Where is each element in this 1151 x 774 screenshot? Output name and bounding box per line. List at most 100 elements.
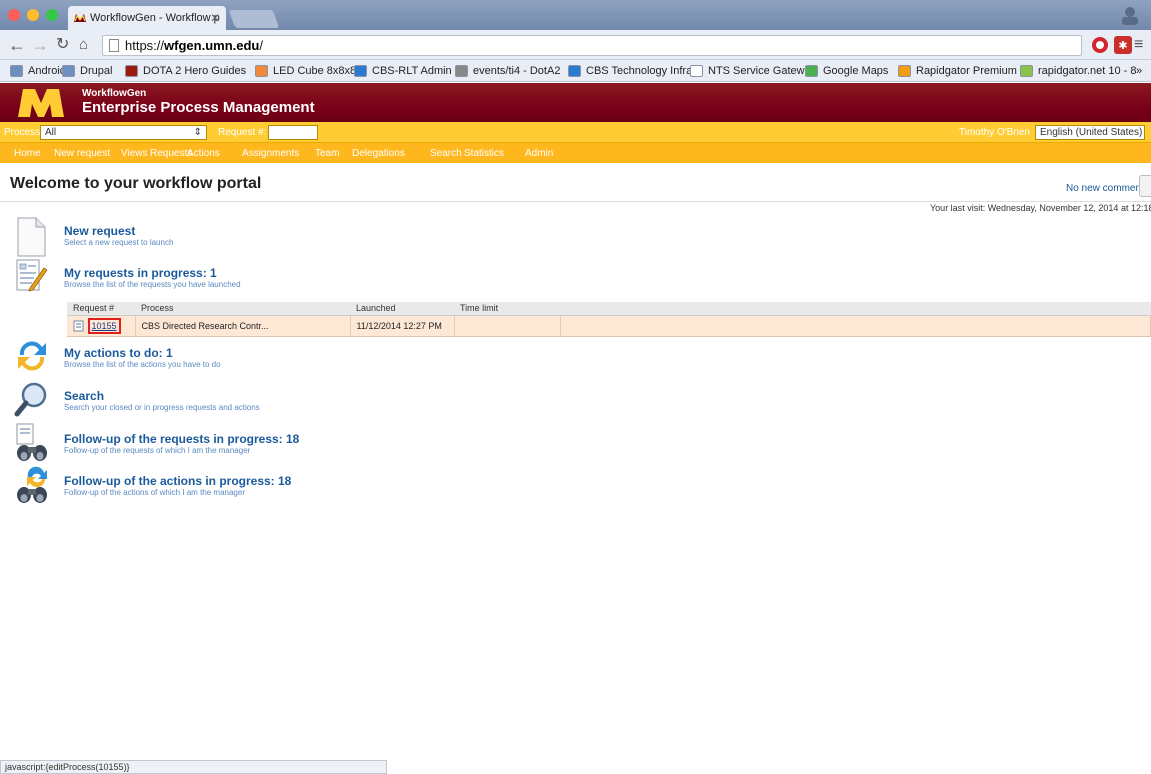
maximize-window-button[interactable] — [46, 9, 58, 21]
bookmark-item[interactable]: rapidgator.net 10 - 8 — [1020, 63, 1136, 79]
brand-title: Enterprise Process Management — [82, 99, 315, 116]
menu-item-new-request[interactable]: New request — [54, 148, 110, 159]
bookmark-icon — [62, 65, 75, 77]
bookmark-icon — [690, 65, 703, 77]
home-icon[interactable]: ⌂ — [79, 35, 88, 55]
bookmark-icon — [805, 65, 818, 77]
opera-extension-icon[interactable] — [1090, 35, 1110, 55]
bookmark-label: Drupal — [80, 65, 113, 77]
menu-item-home[interactable]: Home — [14, 148, 41, 159]
tab-title: WorkflowGen - Workflow p — [90, 12, 220, 24]
bookmark-item[interactable]: CBS-RLT Admin — [354, 63, 452, 79]
last-visit-text: Your last visit: Wednesday, November 12,… — [930, 203, 1151, 213]
search-subtitle: Search your closed or in progress reques… — [64, 403, 260, 412]
followup-actions-link[interactable]: Follow-up of the actions in progress: 18 — [64, 474, 291, 488]
bookmark-icon — [354, 65, 367, 77]
bookmark-item[interactable]: DOTA 2 Hero Guides — [125, 63, 246, 79]
my-requests-link[interactable]: My requests in progress: 1 — [64, 266, 217, 280]
request-cell: 10155 — [67, 315, 136, 337]
empty-cell — [560, 315, 1151, 337]
bookmark-icon — [898, 65, 911, 77]
bookmark-label: LED Cube 8x8x8 — [273, 65, 357, 77]
menu-item-assignments[interactable]: Assignments — [242, 148, 299, 159]
language-select[interactable]: English (United States) — [1035, 125, 1145, 140]
new-tab-button[interactable] — [228, 10, 280, 28]
process-select-value: All — [45, 127, 57, 138]
my-actions-subtitle: Browse the list of the actions you have … — [64, 360, 221, 369]
request-form-icon — [73, 320, 84, 332]
bookmark-item[interactable]: Rapidgator Premium — [898, 63, 1017, 79]
process-cell: CBS Directed Research Contr... — [135, 315, 351, 337]
request-number-input[interactable] — [268, 125, 318, 140]
browser-window: WorkflowGen - Workflow p ✕ ← → ↻ ⌂ https… — [0, 0, 1151, 774]
menu-item-search[interactable]: Search — [430, 148, 462, 159]
new-document-icon[interactable] — [14, 216, 48, 258]
refresh-actions-icon[interactable] — [14, 337, 50, 375]
close-tab-icon[interactable]: ✕ — [210, 6, 220, 30]
process-label: Process: — [4, 127, 43, 138]
browser-tab[interactable]: WorkflowGen - Workflow p ✕ — [68, 6, 226, 30]
comments-panel-toggle[interactable] — [1139, 175, 1151, 197]
bookmark-item[interactable]: Android — [10, 63, 66, 79]
url-suffix: / — [259, 38, 263, 53]
bookmark-label: Rapidgator Premium — [916, 65, 1017, 77]
menu-item-delegations[interactable]: Delegations — [352, 148, 405, 159]
bookmark-icon — [455, 65, 468, 77]
binoculars-actions-icon[interactable] — [14, 465, 52, 505]
extension-badge-icon[interactable]: ✱ — [1113, 35, 1133, 55]
binoculars-requests-icon[interactable] — [14, 423, 52, 463]
bookmark-label: CBS-RLT Admin — [372, 65, 452, 77]
language-select-value: English (United States) — [1040, 127, 1143, 138]
user-name[interactable]: Timothy O'Brien — [959, 127, 1030, 138]
followup-requests-link[interactable]: Follow-up of the requests in progress: 1… — [64, 432, 299, 446]
column-header-process[interactable]: Process — [135, 302, 350, 316]
bookmark-item[interactable]: LED Cube 8x8x8 — [255, 63, 356, 79]
process-select[interactable]: All ⇕ — [40, 125, 207, 140]
menu-icon[interactable]: ≡ — [1134, 35, 1143, 55]
close-window-button[interactable] — [8, 9, 20, 21]
menu-item-team[interactable]: Team — [315, 148, 339, 159]
url-prefix: https:// — [125, 38, 165, 53]
main-menu: Home New request Views Requests Actions Assig… — [0, 143, 1151, 163]
menu-item-actions[interactable]: Actions — [187, 148, 220, 159]
column-header-request[interactable]: Request # — [67, 302, 135, 316]
bookmark-item[interactable]: NTS Service Gatewa — [690, 63, 811, 79]
column-header-time-limit[interactable]: Time limit — [454, 302, 560, 316]
page-title: Welcome to your workflow portal — [10, 175, 262, 192]
reload-icon[interactable]: ↻ — [56, 35, 69, 55]
tab-bar: WorkflowGen - Workflow p ✕ — [0, 0, 1151, 30]
umn-logo-icon — [18, 89, 64, 117]
address-bar[interactable]: https://wfgen.umn.edu/ — [102, 35, 1082, 56]
bookmark-label: DOTA 2 Hero Guides — [143, 65, 247, 77]
menu-item-requests[interactable]: Requests — [150, 148, 192, 159]
minimize-window-button[interactable] — [27, 9, 39, 21]
search-link[interactable]: Search — [64, 389, 104, 403]
umn-favicon-icon — [74, 14, 86, 22]
menu-item-statistics[interactable]: Statistics — [464, 148, 504, 159]
bookmark-icon — [255, 65, 268, 77]
my-actions-link[interactable]: My actions to do: 1 — [64, 346, 173, 360]
bookmark-item[interactable]: events/ti4 - DotA2 — [455, 63, 560, 79]
launched-cell: 11/12/2014 12:27 PM — [350, 315, 455, 337]
address-toolbar: ← → ↻ ⌂ https://wfgen.umn.edu/ ✱ ≡ — [0, 30, 1151, 60]
bookmark-label: rapidgator.net 10 - 8 — [1038, 65, 1137, 77]
table-row[interactable]: 10155 CBS Directed Research Contr... 11/… — [67, 315, 1151, 337]
menu-item-admin[interactable]: Admin — [525, 148, 553, 159]
bookmarks-overflow-icon[interactable]: » — [1136, 63, 1142, 79]
bookmark-item[interactable]: Google Maps — [805, 63, 888, 79]
column-header-launched[interactable]: Launched — [350, 302, 454, 316]
comments-link[interactable]: No new comments — [1066, 183, 1149, 194]
bookmark-item[interactable]: Drupal — [62, 63, 112, 79]
magnifier-search-icon[interactable] — [14, 380, 50, 418]
new-request-link[interactable]: New request — [64, 224, 135, 238]
incognito-user-icon[interactable] — [1119, 4, 1141, 26]
bookmark-item[interactable]: CBS Technology Infra — [568, 63, 692, 79]
request-number-link[interactable]: 10155 — [87, 317, 121, 334]
forward-arrow-icon[interactable]: → — [31, 35, 49, 55]
requests-form-icon[interactable] — [14, 258, 48, 294]
bookmark-icon — [568, 65, 581, 77]
followup-requests-subtitle: Follow-up of the requests of which I am … — [64, 446, 251, 455]
menu-item-views[interactable]: Views — [121, 148, 148, 159]
back-arrow-icon[interactable]: ← — [8, 35, 26, 55]
bookmark-label: Google Maps — [823, 65, 889, 77]
